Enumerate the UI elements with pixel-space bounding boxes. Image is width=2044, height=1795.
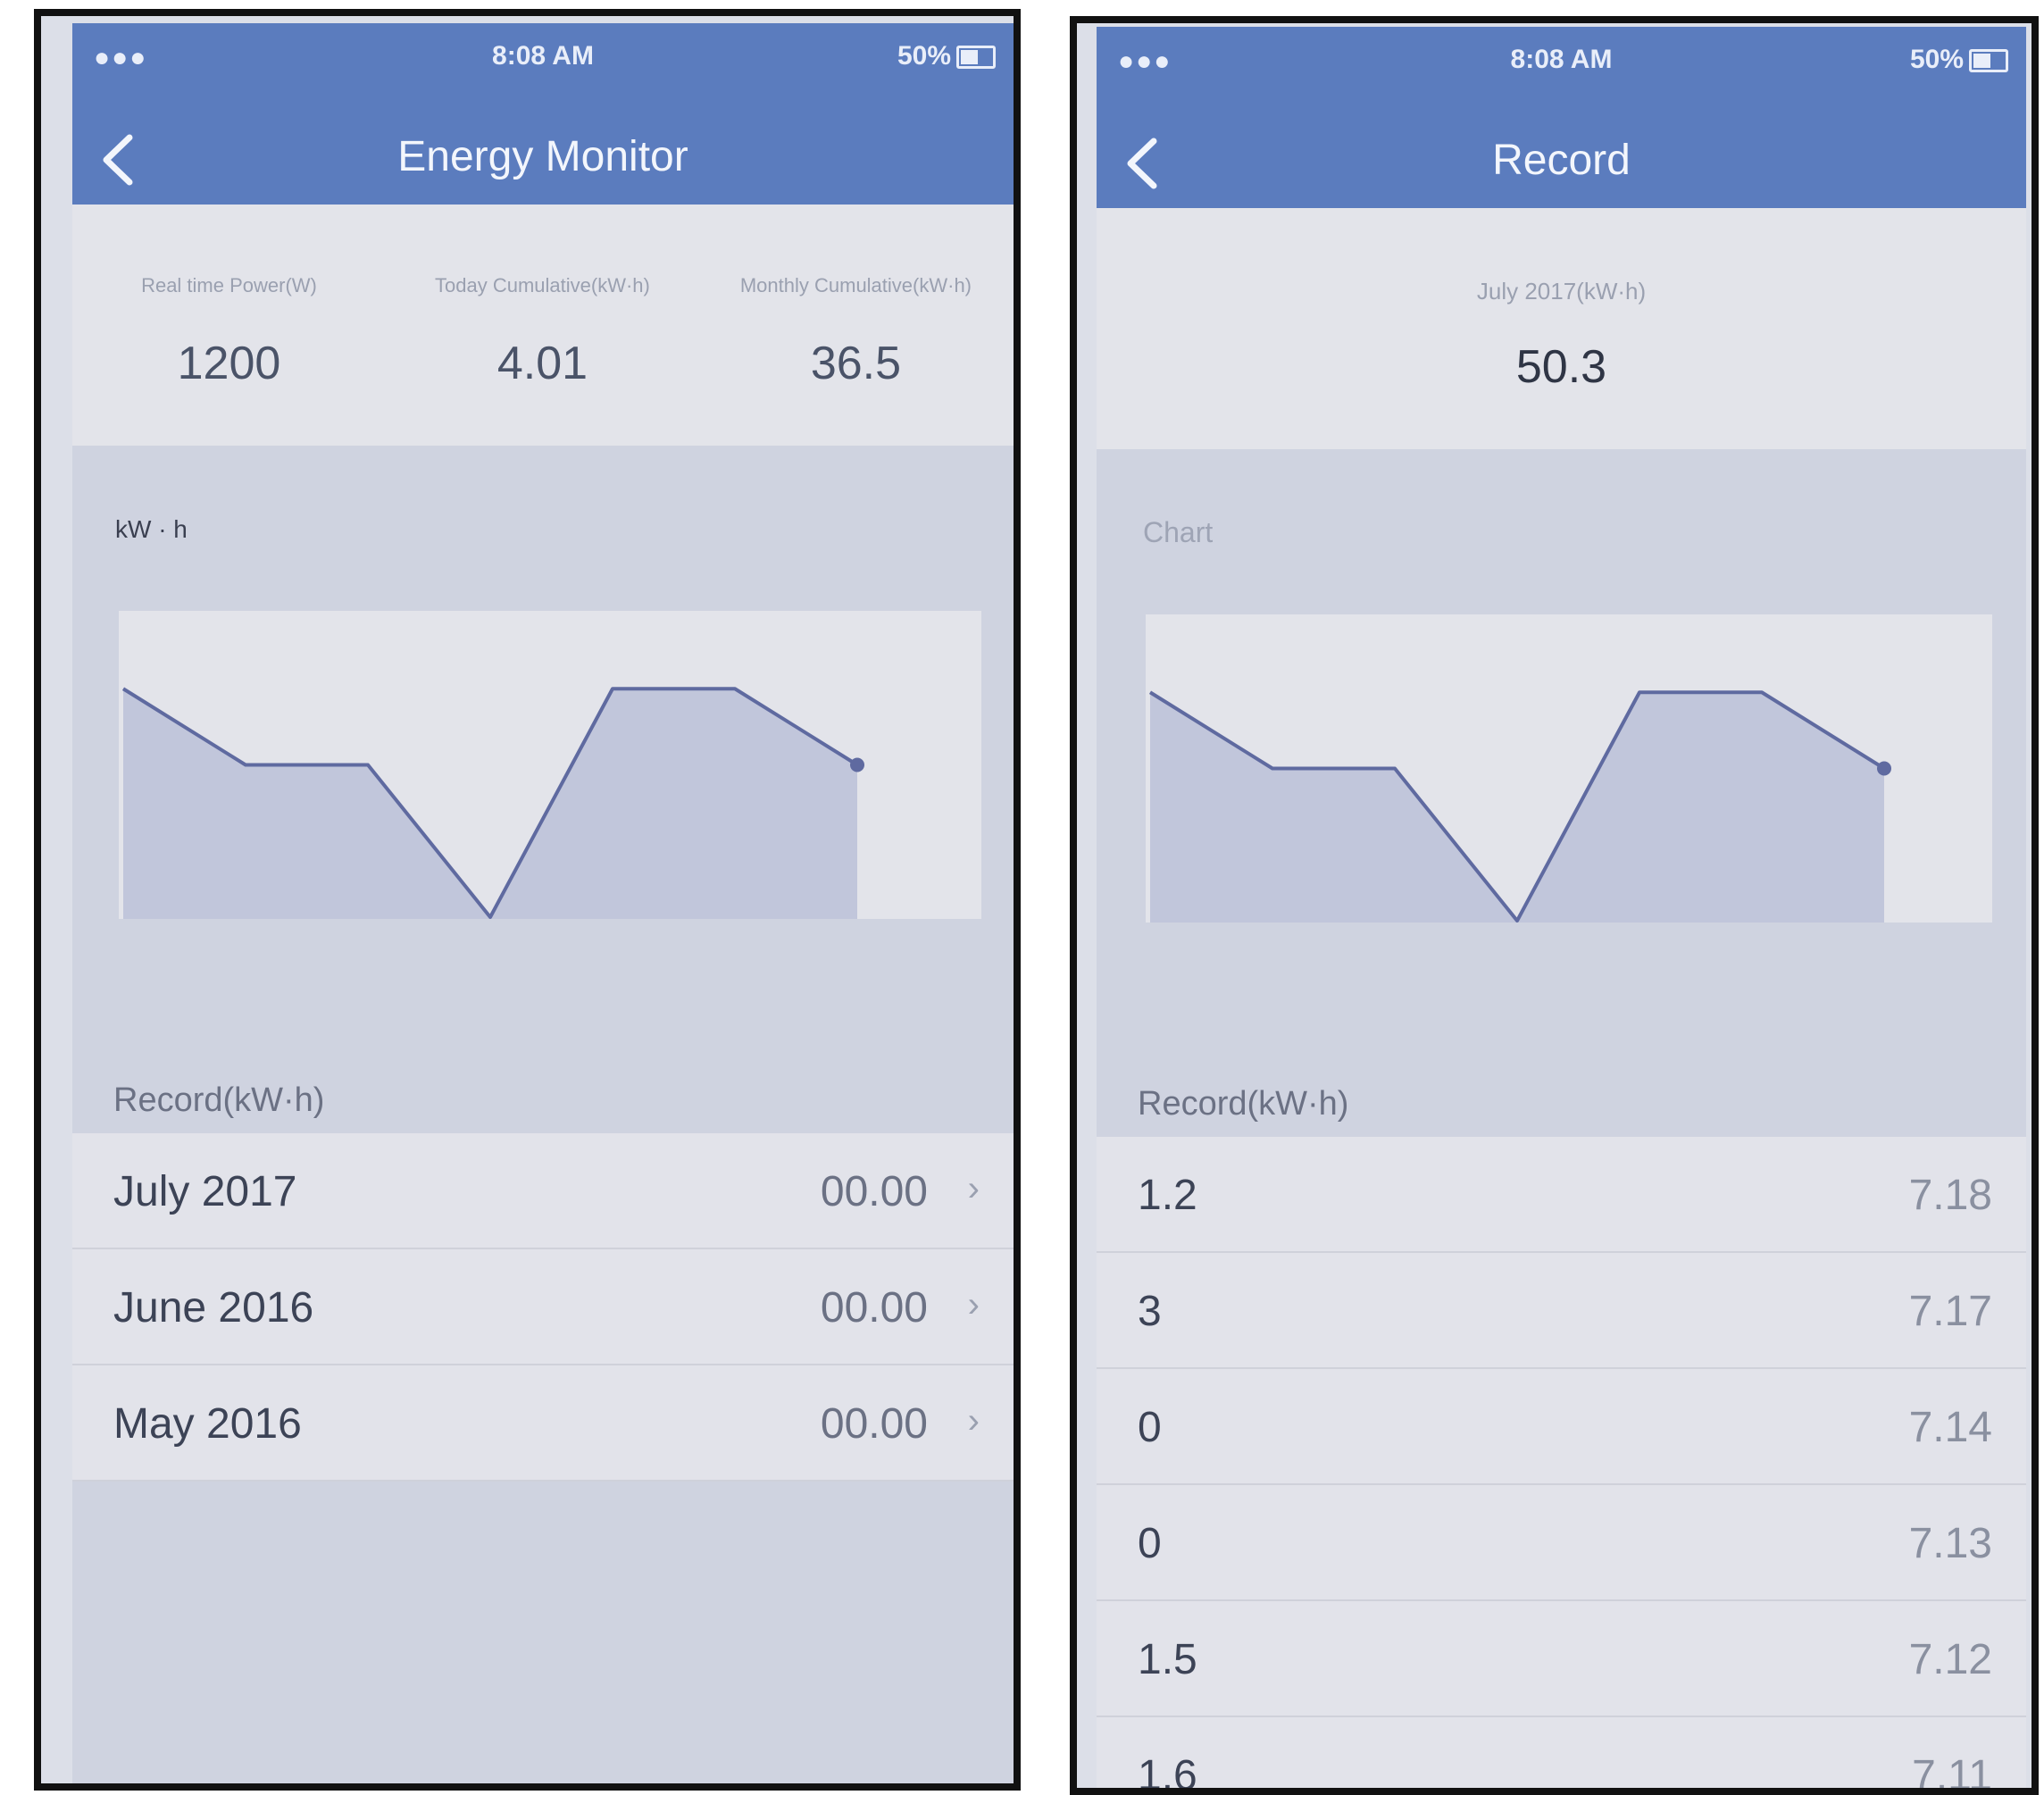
record-date: 7.17 [1908,1288,1992,1335]
battery-indicator: 50% [897,41,996,71]
energy-chart [119,611,981,919]
record-screen: ●●● 8:08 AM 50% Record July 2017(kW·h) 5… [1070,16,2039,1795]
record-row[interactable]: 3 7.17 [1097,1253,2026,1369]
record-row[interactable]: 1.2 7.18 [1097,1137,2026,1253]
chevron-right-icon: › [967,1285,980,1324]
record-header-label: Record(kW·h) [113,1081,325,1119]
month-summary: July 2017(kW·h) 50.3 [1097,208,2026,449]
data-point [1877,761,1891,776]
data-point [850,757,864,772]
battery-icon [1969,49,2008,73]
chevron-right-icon: › [967,1169,980,1208]
record-date: 7.11 [1912,1752,1992,1788]
record-header-label: Record(kW·h) [1138,1085,1349,1123]
record-date: 7.14 [1908,1404,1992,1451]
record-value: 00.00 [820,1400,928,1448]
status-bar: ●●● 8:08 AM 50% [72,23,1014,113]
record-value: 00.00 [820,1284,928,1332]
record-list: 1.2 7.18 3 7.17 0 7.14 0 7.13 1.5 7.12 1… [1097,1137,2026,1788]
record-row-july-2017[interactable]: July 2017 00.00 › [72,1133,1014,1249]
record-month: July 2017 [113,1168,297,1215]
daily-chart [1146,614,1992,923]
nav-bar: Energy Monitor [72,113,1014,205]
record-section-header: Record(kW·h) [72,990,1014,1133]
record-section-header: Record(kW·h) [1097,994,2026,1137]
metric-value: 4.01 [496,338,588,389]
chart-section: Chart [1097,449,2026,994]
record-value: 0 [1138,1404,1162,1451]
metrics-summary: Real time Power(W) 1200 Today Cumulative… [72,205,1014,446]
record-value: 1.5 [1138,1636,1197,1683]
record-row[interactable]: 1.5 7.12 [1097,1601,2026,1717]
record-date: 7.12 [1908,1636,1992,1683]
chevron-right-icon: › [967,1401,980,1440]
battery-icon [956,46,996,70]
record-row-may-2016[interactable]: May 2016 00.00 › [72,1365,1014,1482]
record-date: 7.18 [1908,1172,1992,1219]
page-title: Energy Monitor [397,133,688,180]
screen-content: ●●● 8:08 AM 50% Energy Monitor Real time… [72,23,1014,1783]
record-value: 1.6 [1138,1752,1197,1788]
record-row[interactable]: 0 7.13 [1097,1485,2026,1601]
status-bar: ●●● 8:08 AM 50% [1097,27,2026,116]
record-month: June 2016 [113,1284,314,1332]
summary-label: July 2017(kW·h) [1476,278,1647,305]
status-time: 8:08 AM [492,41,594,71]
metric-label: Monthly Cumulative(kW·h) [739,274,972,296]
battery-indicator: 50% [1910,45,2008,75]
metric-label: Real time Power(W) [141,274,317,296]
status-time: 8:08 AM [1510,45,1613,74]
record-value: 00.00 [820,1168,928,1215]
record-row[interactable]: 1.6 7.11 [1097,1717,2026,1788]
chart-section: kW · h [72,446,1014,990]
summary-value: 50.3 [1515,341,1607,393]
battery-percent: 50% [1909,45,1964,74]
record-list: July 2017 00.00 › June 2016 00.00 › May … [72,1133,1014,1482]
record-month: May 2016 [113,1400,302,1448]
screen-content: ●●● 8:08 AM 50% Record July 2017(kW·h) 5… [1097,27,2026,1788]
record-date: 7.13 [1908,1520,1992,1567]
nav-bar: Record [1097,116,2026,208]
energy-monitor-screen: ●●● 8:08 AM 50% Energy Monitor Real time… [34,9,1021,1791]
metric-value: 1200 [177,338,281,389]
battery-percent: 50% [897,41,951,71]
record-value: 1.2 [1138,1172,1197,1219]
record-row-june-2016[interactable]: June 2016 00.00 › [72,1249,1014,1365]
record-value: 3 [1138,1288,1162,1335]
record-row[interactable]: 0 7.14 [1097,1369,2026,1485]
metric-value: 36.5 [810,338,902,389]
metric-label: Today Cumulative(kW·h) [435,274,650,296]
record-value: 0 [1138,1520,1162,1567]
page-title: Record [1492,137,1631,184]
